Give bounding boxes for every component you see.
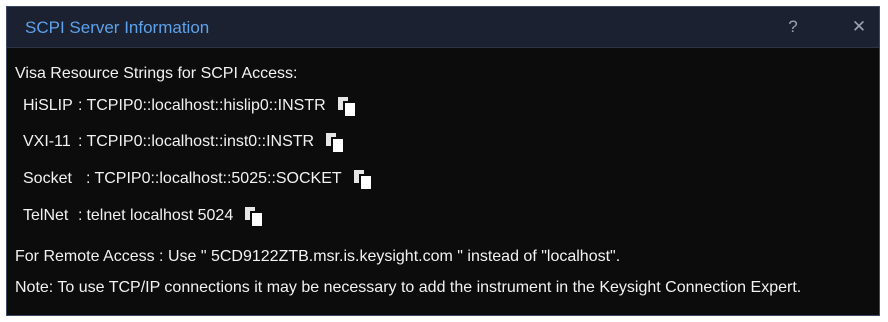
dialog-content: Visa Resource Strings for SCPI Access: H… (7, 47, 879, 315)
separator: : (86, 170, 91, 187)
copy-icon[interactable] (245, 207, 263, 226)
resource-string: telnet localhost 5024 (86, 207, 234, 224)
protocol-label: HiSLIP (23, 97, 73, 114)
close-button[interactable]: ✕ (839, 7, 879, 47)
note-text: Note: To use TCP/IP connections it may b… (15, 279, 802, 296)
visa-row-telnet: TelNet : telnet localhost 5024 (23, 207, 263, 226)
separator: : (78, 133, 83, 150)
scpi-server-info-dialog: SCPI Server Information ? ✕ Visa Resourc… (6, 6, 880, 316)
visa-row-socket: Socket : TCPIP0::localhost::5025::SOCKET (23, 170, 371, 189)
protocol-label: TelNet (23, 207, 69, 224)
copy-icon[interactable] (337, 97, 355, 116)
visa-row-hislip: HiSLIP : TCPIP0::localhost::hislip0::INS… (23, 97, 355, 116)
dialog-titlebar: SCPI Server Information ? ✕ (7, 7, 879, 48)
separator: : (78, 207, 83, 224)
separator: : (78, 97, 83, 114)
protocol-label: Socket (23, 170, 72, 187)
resource-string: TCPIP0::localhost::5025::SOCKET (94, 170, 342, 187)
protocol-label: VXI-11 (23, 133, 71, 150)
remote-access-text: For Remote Access : Use " 5CD9122ZTB.msr… (15, 248, 621, 265)
copy-icon[interactable] (353, 170, 371, 189)
visa-heading: Visa Resource Strings for SCPI Access: (15, 65, 298, 82)
resource-string: TCPIP0::localhost::hislip0::INSTR (86, 97, 326, 114)
copy-icon[interactable] (326, 133, 344, 152)
dialog-title: SCPI Server Information (25, 18, 210, 37)
help-button[interactable]: ? (773, 7, 813, 47)
visa-row-vxi11: VXI-11 : TCPIP0::localhost::inst0::INSTR (23, 133, 344, 152)
resource-string: TCPIP0::localhost::inst0::INSTR (86, 133, 315, 150)
